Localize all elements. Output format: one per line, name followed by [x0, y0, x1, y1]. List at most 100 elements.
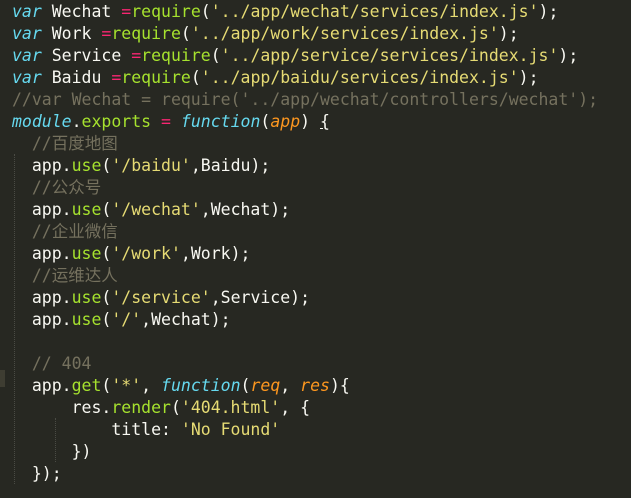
code-line[interactable]: title: 'No Found' — [0, 419, 631, 441]
code-line-text: }) — [12, 441, 92, 463]
code-line[interactable] — [0, 331, 631, 353]
code-line[interactable]: app.use('/baidu',Baidu); — [0, 155, 631, 177]
code-line-text: //var Wechat = require('../app/wechat/co… — [12, 89, 598, 111]
code-token: use — [71, 288, 102, 307]
code-line[interactable]: //企业微信 — [0, 221, 631, 243]
code-token: title: — [12, 420, 181, 439]
code-token: = — [121, 2, 132, 21]
code-token: require — [111, 24, 181, 43]
code-token: = — [131, 46, 142, 65]
code-line-text: // 404 — [12, 353, 92, 375]
code-token: var — [12, 68, 42, 87]
code-line-text: var Wechat =require('../app/wechat/servi… — [12, 1, 558, 23]
code-token: // 404 — [31, 354, 92, 373]
code-line[interactable]: app.use('/service',Service); — [0, 287, 631, 309]
code-editor[interactable]: var Wechat =require('../app/wechat/servi… — [0, 0, 631, 498]
code-line-text: res.render('404.html', { — [12, 397, 310, 419]
code-token: . — [71, 112, 82, 131]
code-line-text: //百度地图 — [12, 133, 118, 155]
code-token: ( — [200, 2, 211, 21]
code-token: var — [12, 46, 42, 65]
code-line-text: app.use('/baidu',Baidu); — [12, 155, 270, 177]
code-token: ( — [170, 398, 181, 417]
code-token: function — [180, 112, 261, 131]
code-token: ( — [101, 156, 112, 175]
code-token: app — [270, 112, 301, 131]
code-line[interactable]: var Service =require('../app/service/ser… — [0, 45, 631, 67]
code-line-text: app.use('/work',Work); — [12, 243, 251, 265]
code-token: '/' — [111, 310, 142, 329]
code-token: ); — [558, 46, 579, 65]
code-token: ( — [101, 376, 112, 395]
code-line-text: title: 'No Found' — [12, 419, 280, 441]
code-line[interactable]: res.render('404.html', { — [0, 397, 631, 419]
code-token: app. — [12, 310, 72, 329]
code-token: , { — [280, 398, 311, 417]
code-line-text: app.get('*', function(req, res){ — [12, 375, 350, 397]
code-token: exports — [81, 112, 152, 131]
code-line-text: app.use('/service',Service); — [12, 287, 310, 309]
code-line-text: var Service =require('../app/service/ser… — [12, 45, 578, 67]
code-line[interactable]: module.exports = function(app) { — [0, 111, 631, 133]
code-token: '../app/work/services/index.js' — [190, 24, 499, 43]
code-token: res — [300, 376, 330, 395]
code-line[interactable]: //百度地图 — [0, 133, 631, 155]
code-token: require — [131, 2, 201, 21]
code-token: ( — [101, 244, 112, 263]
code-token: //var Wechat = require('../app/wechat/co… — [12, 90, 599, 109]
code-token: '/baidu' — [111, 156, 191, 175]
code-line[interactable]: var Work =require('../app/work/services/… — [0, 23, 631, 45]
code-token: ); — [538, 2, 559, 21]
code-token: app. — [12, 200, 72, 219]
code-token: = — [161, 112, 171, 131]
code-token: var — [12, 2, 42, 21]
code-line-text: var Baidu =require('../app/baidu/service… — [12, 67, 539, 89]
code-line[interactable]: app.use('/work',Work); — [0, 243, 631, 265]
code-line[interactable]: }); — [0, 463, 631, 485]
code-token: }); — [12, 464, 62, 483]
code-token: app. — [12, 288, 72, 307]
code-token: var — [12, 24, 42, 43]
code-token: //公众号 — [31, 178, 102, 197]
code-token: app. — [12, 244, 72, 263]
code-token: , — [141, 376, 162, 395]
code-token: ,Service); — [210, 288, 311, 307]
code-line-text: //企业微信 — [12, 221, 118, 243]
code-line[interactable]: //var Wechat = require('../app/wechat/co… — [0, 89, 631, 111]
code-line-text: }); — [12, 463, 62, 485]
code-token: ){ — [329, 376, 350, 395]
code-line-text: //公众号 — [12, 177, 101, 199]
code-token: module — [12, 112, 72, 131]
code-line[interactable]: var Wechat =require('../app/wechat/servi… — [0, 1, 631, 23]
code-token: ); — [498, 24, 519, 43]
code-token: use — [71, 310, 102, 329]
code-line[interactable]: //公众号 — [0, 177, 631, 199]
code-token: '/wechat' — [111, 200, 201, 219]
code-token: render — [111, 398, 171, 417]
code-token: '../app/baidu/services/index.js' — [200, 68, 519, 87]
code-line[interactable]: app.use('/wechat',Wechat); — [0, 199, 631, 221]
code-token: ( — [260, 112, 271, 131]
code-line-text: app.use('/',Wechat); — [12, 309, 231, 331]
code-line[interactable]: }) — [0, 441, 631, 463]
code-token: ,Work); — [180, 244, 251, 263]
code-token: require — [121, 68, 191, 87]
code-line[interactable]: app.use('/',Wechat); — [0, 309, 631, 331]
code-token: app. — [12, 156, 72, 175]
code-token: req — [250, 376, 281, 395]
code-token: '../app/wechat/services/index.js' — [210, 2, 539, 21]
code-token: //百度地图 — [31, 134, 118, 153]
code-token: use — [71, 156, 102, 175]
code-line[interactable]: // 404 — [0, 353, 631, 375]
code-token: ( — [101, 200, 112, 219]
code-line[interactable]: var Baidu =require('../app/baidu/service… — [0, 67, 631, 89]
code-line[interactable]: //运维达人 — [0, 265, 631, 287]
code-token: '/work' — [111, 244, 181, 263]
code-token: function — [161, 376, 241, 395]
code-line[interactable]: app.get('*', function(req, res){ — [0, 375, 631, 397]
code-token: '../app/service/services/index.js' — [220, 46, 559, 65]
code-token: //企业微信 — [31, 222, 118, 241]
